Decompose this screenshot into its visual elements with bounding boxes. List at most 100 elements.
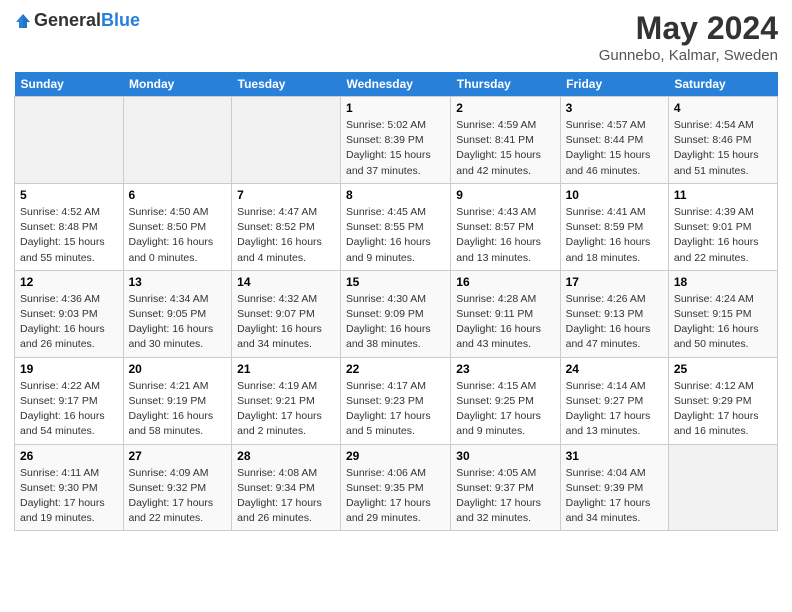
day-number: 22 — [346, 362, 445, 376]
day-cell-4-1: 27 Sunrise: 4:09 AM Sunset: 9:32 PM Dayli… — [123, 444, 232, 531]
day-cell-4-4: 30 Sunrise: 4:05 AM Sunset: 9:37 PM Dayli… — [451, 444, 560, 531]
day-detail: Sunrise: 4:26 AM Sunset: 9:13 PM Dayligh… — [566, 292, 663, 353]
day-detail: Sunrise: 4:21 AM Sunset: 9:19 PM Dayligh… — [129, 379, 227, 440]
day-number: 1 — [346, 101, 445, 115]
day-detail: Sunrise: 4:04 AM Sunset: 9:39 PM Dayligh… — [566, 466, 663, 527]
header-friday: Friday — [560, 72, 668, 97]
day-number: 27 — [129, 449, 227, 463]
day-number: 24 — [566, 362, 663, 376]
day-number: 5 — [20, 188, 118, 202]
day-detail: Sunrise: 4:32 AM Sunset: 9:07 PM Dayligh… — [237, 292, 335, 353]
day-detail: Sunrise: 4:52 AM Sunset: 8:48 PM Dayligh… — [20, 205, 118, 266]
header-monday: Monday — [123, 72, 232, 97]
logo: GeneralBlue — [14, 10, 140, 31]
day-number: 16 — [456, 275, 554, 289]
week-row-4: 26Sunrise: 4:11 AM Sunset: 9:30 PM Dayli… — [15, 444, 778, 531]
day-number: 7 — [237, 188, 335, 202]
day-number: 17 — [566, 275, 663, 289]
day-detail: Sunrise: 4:28 AM Sunset: 9:11 PM Dayligh… — [456, 292, 554, 353]
header-thursday: Thursday — [451, 72, 560, 97]
logo-general: General — [34, 10, 101, 30]
day-cell-2-2: 14 Sunrise: 4:32 AM Sunset: 9:07 PM Dayli… — [232, 270, 341, 357]
day-cell-3-0: 19 Sunrise: 4:22 AM Sunset: 9:17 PM Dayli… — [15, 357, 124, 444]
header-wednesday: Wednesday — [341, 72, 451, 97]
day-detail: Sunrise: 4:54 AM Sunset: 8:46 PM Dayligh… — [674, 118, 772, 179]
day-cell-3-5: 24 Sunrise: 4:14 AM Sunset: 9:27 PM Dayli… — [560, 357, 668, 444]
logo-blue: Blue — [101, 10, 140, 30]
day-detail: Sunrise: 4:22 AM Sunset: 9:17 PM Dayligh… — [20, 379, 118, 440]
day-number: 10 — [566, 188, 663, 202]
day-cell-3-1: 20 Sunrise: 4:21 AM Sunset: 9:19 PM Dayli… — [123, 357, 232, 444]
day-number: 14 — [237, 275, 335, 289]
page: GeneralBlue May 2024 Gunnebo, Kalmar, Sw… — [0, 0, 792, 612]
day-number: 20 — [129, 362, 227, 376]
day-cell-1-1: 6Sunrise: 4:50 AM Sunset: 8:50 PM Daylig… — [123, 183, 232, 270]
day-detail: Sunrise: 4:43 AM Sunset: 8:57 PM Dayligh… — [456, 205, 554, 266]
header-row: Sunday Monday Tuesday Wednesday Thursday… — [15, 72, 778, 97]
day-detail: Sunrise: 4:05 AM Sunset: 9:37 PM Dayligh… — [456, 466, 554, 527]
day-cell-4-6 — [668, 444, 777, 531]
day-number: 4 — [674, 101, 772, 115]
day-cell-0-0 — [15, 97, 124, 184]
header-sunday: Sunday — [15, 72, 124, 97]
day-cell-0-6: 4 Sunrise: 4:54 AM Sunset: 8:46 PM Daylig… — [668, 97, 777, 184]
day-number: 15 — [346, 275, 445, 289]
day-detail: Sunrise: 4:19 AM Sunset: 9:21 PM Dayligh… — [237, 379, 335, 440]
day-cell-3-2: 21Sunrise: 4:19 AM Sunset: 9:21 PM Dayli… — [232, 357, 341, 444]
day-detail: Sunrise: 4:59 AM Sunset: 8:41 PM Dayligh… — [456, 118, 554, 179]
header-tuesday: Tuesday — [232, 72, 341, 97]
day-number: 29 — [346, 449, 445, 463]
week-row-3: 19 Sunrise: 4:22 AM Sunset: 9:17 PM Dayli… — [15, 357, 778, 444]
day-cell-4-3: 29 Sunrise: 4:06 AM Sunset: 9:35 PM Dayli… — [341, 444, 451, 531]
day-number: 25 — [674, 362, 772, 376]
day-cell-2-5: 17 Sunrise: 4:26 AM Sunset: 9:13 PM Dayli… — [560, 270, 668, 357]
day-detail: Sunrise: 4:36 AM Sunset: 9:03 PM Dayligh… — [20, 292, 118, 353]
logo-icon — [14, 12, 32, 30]
day-detail: Sunrise: 4:08 AM Sunset: 9:34 PM Dayligh… — [237, 466, 335, 527]
day-number: 19 — [20, 362, 118, 376]
day-cell-3-3: 22 Sunrise: 4:17 AM Sunset: 9:23 PM Dayli… — [341, 357, 451, 444]
week-row-2: 12 Sunrise: 4:36 AM Sunset: 9:03 PM Dayli… — [15, 270, 778, 357]
day-number: 12 — [20, 275, 118, 289]
logo-text: GeneralBlue — [34, 10, 140, 31]
day-detail: Sunrise: 5:02 AM Sunset: 8:39 PM Dayligh… — [346, 118, 445, 179]
day-number: 13 — [129, 275, 227, 289]
header-saturday: Saturday — [668, 72, 777, 97]
header: GeneralBlue May 2024 Gunnebo, Kalmar, Sw… — [14, 10, 778, 64]
day-cell-1-0: 5 Sunrise: 4:52 AM Sunset: 8:48 PM Daylig… — [15, 183, 124, 270]
day-number: 6 — [129, 188, 227, 202]
day-detail: Sunrise: 4:17 AM Sunset: 9:23 PM Dayligh… — [346, 379, 445, 440]
day-cell-1-5: 10Sunrise: 4:41 AM Sunset: 8:59 PM Dayli… — [560, 183, 668, 270]
day-detail: Sunrise: 4:34 AM Sunset: 9:05 PM Dayligh… — [129, 292, 227, 353]
day-detail: Sunrise: 4:47 AM Sunset: 8:52 PM Dayligh… — [237, 205, 335, 266]
day-number: 31 — [566, 449, 663, 463]
day-cell-4-0: 26Sunrise: 4:11 AM Sunset: 9:30 PM Dayli… — [15, 444, 124, 531]
day-cell-1-2: 7 Sunrise: 4:47 AM Sunset: 8:52 PM Daylig… — [232, 183, 341, 270]
day-cell-0-5: 3 Sunrise: 4:57 AM Sunset: 8:44 PM Daylig… — [560, 97, 668, 184]
day-cell-3-4: 23Sunrise: 4:15 AM Sunset: 9:25 PM Dayli… — [451, 357, 560, 444]
day-cell-0-4: 2Sunrise: 4:59 AM Sunset: 8:41 PM Daylig… — [451, 97, 560, 184]
day-detail: Sunrise: 4:39 AM Sunset: 9:01 PM Dayligh… — [674, 205, 772, 266]
day-cell-2-1: 13 Sunrise: 4:34 AM Sunset: 9:05 PM Dayli… — [123, 270, 232, 357]
day-cell-0-2 — [232, 97, 341, 184]
day-number: 18 — [674, 275, 772, 289]
day-detail: Sunrise: 4:15 AM Sunset: 9:25 PM Dayligh… — [456, 379, 554, 440]
day-cell-2-6: 18 Sunrise: 4:24 AM Sunset: 9:15 PM Dayli… — [668, 270, 777, 357]
day-cell-1-4: 9Sunrise: 4:43 AM Sunset: 8:57 PM Daylig… — [451, 183, 560, 270]
day-detail: Sunrise: 4:14 AM Sunset: 9:27 PM Dayligh… — [566, 379, 663, 440]
day-number: 3 — [566, 101, 663, 115]
day-cell-2-3: 15 Sunrise: 4:30 AM Sunset: 9:09 PM Dayli… — [341, 270, 451, 357]
week-row-1: 5 Sunrise: 4:52 AM Sunset: 8:48 PM Daylig… — [15, 183, 778, 270]
day-detail: Sunrise: 4:06 AM Sunset: 9:35 PM Dayligh… — [346, 466, 445, 527]
day-detail: Sunrise: 4:30 AM Sunset: 9:09 PM Dayligh… — [346, 292, 445, 353]
day-number: 30 — [456, 449, 554, 463]
day-cell-4-5: 31 Sunrise: 4:04 AM Sunset: 9:39 PM Dayli… — [560, 444, 668, 531]
day-cell-0-1 — [123, 97, 232, 184]
day-detail: Sunrise: 4:57 AM Sunset: 8:44 PM Dayligh… — [566, 118, 663, 179]
day-cell-3-6: 25Sunrise: 4:12 AM Sunset: 9:29 PM Dayli… — [668, 357, 777, 444]
day-number: 11 — [674, 188, 772, 202]
title-block: May 2024 Gunnebo, Kalmar, Sweden — [599, 10, 778, 64]
day-detail: Sunrise: 4:09 AM Sunset: 9:32 PM Dayligh… — [129, 466, 227, 527]
day-cell-4-2: 28Sunrise: 4:08 AM Sunset: 9:34 PM Dayli… — [232, 444, 341, 531]
day-detail: Sunrise: 4:24 AM Sunset: 9:15 PM Dayligh… — [674, 292, 772, 353]
